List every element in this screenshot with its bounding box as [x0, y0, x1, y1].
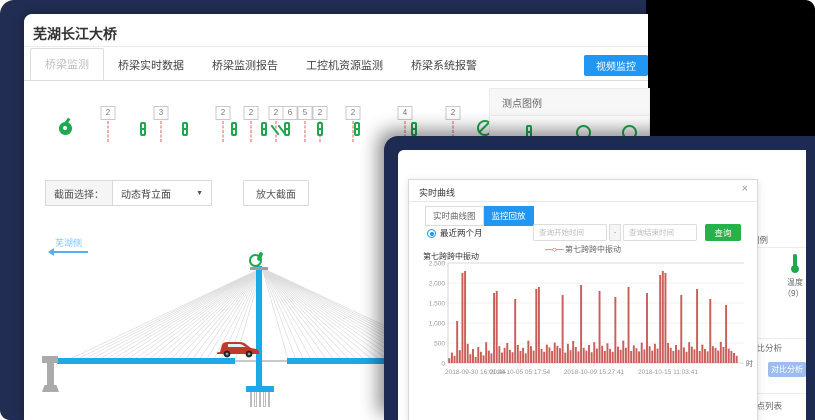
tab-4[interactable]: 桥梁系统报警 — [397, 50, 491, 80]
end-time-input[interactable] — [623, 224, 697, 241]
close-icon[interactable]: × — [742, 184, 748, 195]
svg-text:500: 500 — [434, 341, 445, 348]
chevron-down-icon: ▼ — [196, 190, 203, 197]
sensor-dashed-line — [223, 121, 224, 142]
divider — [24, 46, 648, 47]
screenshot-canvas: 芜湖长江大桥 桥梁监测桥梁实时数据桥梁监测报告工控机资源监测桥梁系统报警 视频监… — [0, 0, 815, 420]
chain-sensor-icon[interactable] — [182, 122, 190, 137]
chain-sensor-icon[interactable] — [231, 122, 239, 137]
svg-text:2018-10-05 05:17:54: 2018-10-05 05:17:54 — [490, 369, 551, 376]
dialog-title: 实时曲线 — [419, 186, 455, 199]
video-monitor-button[interactable]: 视频监控 — [584, 55, 648, 76]
page-title: 芜湖长江大桥 — [33, 24, 117, 44]
sensor-count-badge[interactable]: 4 — [398, 106, 413, 120]
query-button[interactable]: 查询 — [705, 224, 741, 241]
sensor-count-badge[interactable]: 2 — [244, 106, 259, 120]
svg-text:1,500: 1,500 — [429, 301, 446, 308]
sensor-count-badge[interactable]: 5 — [298, 106, 313, 120]
svg-text:1,000: 1,000 — [429, 321, 446, 328]
svg-text:2,000: 2,000 — [429, 281, 446, 288]
chain-sensor-icon[interactable] — [284, 122, 292, 137]
abutment — [42, 356, 58, 363]
gauge-sensor-icon[interactable] — [58, 118, 74, 136]
tab-3[interactable]: 工控机资源监测 — [292, 50, 397, 80]
sensor-count-badge[interactable]: 2 — [446, 106, 461, 120]
start-time-input[interactable] — [533, 224, 607, 241]
tab-1[interactable]: 桥梁实时数据 — [104, 50, 198, 80]
bridge-deck-left — [57, 358, 235, 364]
wind-sensor-icon[interactable] — [249, 252, 263, 266]
dialog-tab-1[interactable]: 监控回放 — [484, 206, 534, 226]
tab-0[interactable]: 桥梁监测 — [30, 48, 104, 80]
svg-text:2018-10-15 11:03:41: 2018-10-15 11:03:41 — [638, 369, 698, 376]
car-icon — [216, 338, 260, 359]
section-select-label: 截面选择： — [45, 180, 113, 206]
abutment-base — [42, 385, 59, 392]
sensor-count-badge[interactable]: 6 — [283, 106, 298, 120]
section-select-bar: 截面选择： 动态背立面 ▼ 放大截面 — [45, 180, 309, 206]
sensor-dashed-line — [251, 121, 252, 142]
tower-piles — [250, 392, 270, 407]
sensor-count-badge[interactable]: 3 — [154, 106, 169, 120]
temperature-label: 温度 — [787, 277, 803, 288]
section-dropdown-value: 动态背立面 — [121, 186, 171, 201]
vibration-chart: 05001,0001,5002,0002,5002018-09-30 16:01… — [413, 260, 753, 390]
dialog-tab-0[interactable]: 实时曲线图 — [425, 206, 484, 226]
legend-panel-header: 测点图例 — [490, 89, 649, 116]
sensor-dashed-line — [161, 121, 162, 142]
dialog-tabbar: 实时曲线图监控回放 — [425, 206, 534, 226]
svg-text:2018-10-09 15:27:41: 2018-10-09 15:27:41 — [564, 369, 625, 376]
chain-sensor-icon[interactable] — [317, 122, 325, 137]
bridge-tower — [256, 266, 262, 392]
sensor-count-badge[interactable]: 2 — [101, 106, 116, 120]
tower-crossbar — [250, 267, 268, 270]
chain-sensor-icon[interactable] — [140, 122, 148, 137]
svg-text:2,500: 2,500 — [429, 261, 446, 268]
section-dropdown[interactable]: 动态背立面 ▼ — [113, 180, 212, 206]
tab-2[interactable]: 桥梁监测报告 — [198, 50, 292, 80]
background-black-region — [646, 0, 815, 143]
sensor-dashed-line — [108, 121, 109, 142]
chain-sensor-icon[interactable] — [354, 122, 362, 137]
abutment-shaft — [47, 363, 54, 387]
temperature-count: （9） — [783, 288, 803, 299]
tabbar-underline — [24, 80, 648, 81]
legend-label: 第七跨跨中振动 — [565, 245, 621, 254]
sensor-count-badge[interactable]: 2 — [313, 106, 328, 120]
dialog-header: 实时曲线 × — [409, 180, 757, 202]
realtime-curve-dialog: 实时曲线 × 实时曲线图监控回放 最近两个月 - 查询 —○— 第七跨跨中振动 … — [408, 179, 758, 420]
date-range-separator: - — [609, 224, 621, 241]
sensor-dashed-line — [305, 121, 306, 142]
sensor-count-badge[interactable]: 2 — [216, 106, 231, 120]
svg-text:时间: 时间 — [746, 359, 753, 368]
enlarge-section-button[interactable]: 放大截面 — [243, 180, 309, 206]
recent-two-months-radio[interactable] — [427, 229, 436, 238]
chain-sensor-icon[interactable] — [411, 122, 419, 137]
thermometer-icon[interactable] — [788, 254, 802, 274]
recent-two-months-label: 最近两个月 — [440, 227, 483, 239]
sensor-count-badge[interactable]: 2 — [346, 106, 361, 120]
compare-analysis-button[interactable]: 对比分析 — [768, 362, 806, 377]
main-tabbar: 桥梁监测桥梁实时数据桥梁监测报告工控机资源监测桥梁系统报警 — [30, 52, 491, 80]
chain-sensor-icon[interactable] — [261, 122, 269, 137]
sensor-count-badge[interactable]: 2 — [269, 106, 284, 120]
legend-marker-icon: —○— — [545, 245, 563, 254]
